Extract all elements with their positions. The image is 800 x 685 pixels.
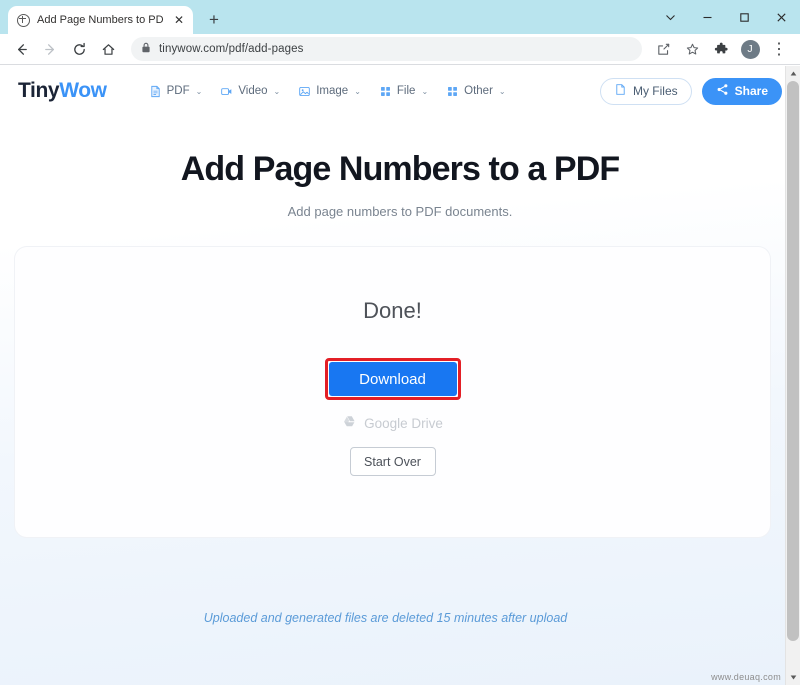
logo-part-two: Wow xyxy=(59,79,107,102)
browser-tab[interactable]: Add Page Numbers to PDF Free ( ✕ xyxy=(8,6,193,34)
status-text: Done! xyxy=(363,298,422,323)
minimize-icon[interactable] xyxy=(689,0,726,34)
nav-label: PDF xyxy=(166,85,190,97)
grid-icon xyxy=(379,85,392,98)
nav-label: File xyxy=(396,85,416,97)
share-label: Share xyxy=(734,84,768,98)
close-icon[interactable] xyxy=(763,0,800,34)
window-controls xyxy=(652,0,800,34)
nav-label: Image xyxy=(316,85,349,97)
puzzle-icon[interactable] xyxy=(708,36,734,62)
home-icon[interactable] xyxy=(95,36,121,62)
profile-initial: J xyxy=(740,39,760,59)
maximize-icon[interactable] xyxy=(726,0,763,34)
address-bar[interactable]: tinywow.com/pdf/add-pages xyxy=(131,37,642,61)
google-drive-button[interactable]: Google Drive xyxy=(342,415,443,431)
download-button[interactable]: Download xyxy=(328,362,457,396)
result-card: Done! Download Google Drive Start Over xyxy=(14,246,771,538)
scroll-up-icon[interactable] xyxy=(786,66,800,81)
browser-menu-icon[interactable]: ⋮ xyxy=(766,36,792,62)
logo-part-one: Tiny xyxy=(18,79,60,102)
nav-label: Video xyxy=(238,85,268,97)
watermark: www.deuaq.com xyxy=(711,672,781,682)
grid-icon xyxy=(446,85,459,98)
my-files-label: My Files xyxy=(632,84,678,98)
google-drive-label: Google Drive xyxy=(364,415,443,431)
nav-item-other[interactable]: Other ⌄ xyxy=(446,85,506,98)
globe-icon xyxy=(17,13,30,27)
page-title: Add Page Numbers to a PDF xyxy=(180,150,620,188)
chevron-down-icon: ⌄ xyxy=(421,86,429,96)
nav-item-image[interactable]: Image ⌄ xyxy=(298,85,361,98)
google-drive-icon xyxy=(342,415,357,431)
document-icon xyxy=(149,85,162,98)
retention-note: Uploaded and generated files are deleted… xyxy=(203,611,568,625)
share-icon xyxy=(716,83,729,99)
page-scrollbar[interactable] xyxy=(785,66,800,685)
scrollbar-thumb[interactable] xyxy=(787,81,799,641)
site-header: TinyWow PDF ⌄ Video ⌄ Image ⌄ File ⌄ Oth… xyxy=(0,66,800,116)
start-over-button[interactable]: Start Over xyxy=(349,447,436,476)
document-icon xyxy=(614,83,627,99)
forward-icon[interactable] xyxy=(37,36,63,62)
scroll-down-icon[interactable] xyxy=(786,670,800,685)
avatar[interactable]: J xyxy=(737,36,763,62)
nav-item-pdf[interactable]: PDF ⌄ xyxy=(149,85,203,98)
lock-icon xyxy=(141,40,151,58)
nav-item-video[interactable]: Video ⌄ xyxy=(220,85,280,98)
page-subtitle: Add page numbers to PDF documents. xyxy=(287,204,513,219)
my-files-button[interactable]: My Files xyxy=(599,77,692,105)
chevron-down-icon: ⌄ xyxy=(354,86,361,96)
header-actions: My Files Share xyxy=(599,77,782,105)
nav-label: Other xyxy=(464,85,493,97)
back-icon[interactable] xyxy=(8,36,34,62)
url-text: tinywow.com/pdf/add-pages xyxy=(159,43,304,55)
chevron-down-icon[interactable] xyxy=(652,0,689,34)
tab-title: Add Page Numbers to PDF Free ( xyxy=(37,14,164,26)
share-button[interactable]: Share xyxy=(701,77,782,105)
video-camera-icon xyxy=(220,85,233,98)
tab-close-icon[interactable]: ✕ xyxy=(171,12,187,28)
browser-window: Add Page Numbers to PDF Free ( ✕ + xyxy=(0,0,800,685)
reload-icon[interactable] xyxy=(66,36,92,62)
share-icon[interactable] xyxy=(650,36,676,62)
main-nav: PDF ⌄ Video ⌄ Image ⌄ File ⌄ Other ⌄ xyxy=(149,85,506,98)
page-viewport: TinyWow PDF ⌄ Video ⌄ Image ⌄ File ⌄ Oth… xyxy=(0,66,800,685)
nav-item-file[interactable]: File ⌄ xyxy=(379,85,428,98)
site-logo[interactable]: TinyWow xyxy=(18,79,107,103)
chevron-down-icon: ⌄ xyxy=(498,86,506,96)
hero-section: Add Page Numbers to a PDF Add page numbe… xyxy=(0,116,800,219)
bookmark-star-icon[interactable] xyxy=(679,36,705,62)
tab-strip: Add Page Numbers to PDF Free ( ✕ + xyxy=(0,0,800,34)
chevron-down-icon: ⌄ xyxy=(195,86,203,96)
new-tab-button[interactable]: + xyxy=(200,6,228,34)
download-highlight: Download xyxy=(324,358,461,400)
browser-toolbar: tinywow.com/pdf/add-pages J ⋮ xyxy=(0,34,800,65)
image-icon xyxy=(298,85,311,98)
chevron-down-icon: ⌄ xyxy=(273,86,281,96)
